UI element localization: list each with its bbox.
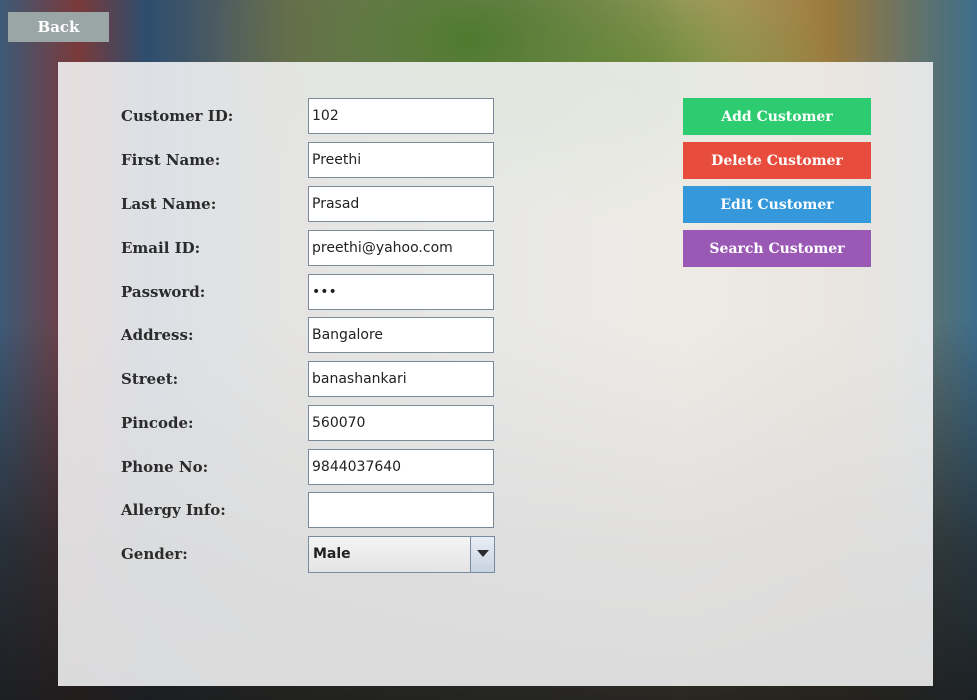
customer-id-field[interactable]: 102 [308,98,494,134]
first-name-label: First Name: [121,151,221,169]
email-label: Email ID: [121,239,201,257]
phone-field[interactable]: 9844037640 [308,449,494,485]
allergy-field[interactable] [308,492,494,528]
form-row-phone: Phone No: 9844037640 [121,449,494,485]
pincode-field[interactable]: 560070 [308,405,494,441]
form-row-last-name: Last Name: Prasad [121,186,494,222]
delete-customer-button[interactable]: Delete Customer [683,142,871,179]
gender-selected-value: Male [313,546,351,562]
password-field[interactable]: ••• [308,274,494,310]
add-customer-button[interactable]: Add Customer [683,98,871,135]
pincode-label: Pincode: [121,414,194,432]
gender-select[interactable]: Male [308,535,495,573]
last-name-label: Last Name: [121,195,217,213]
form-row-gender: Gender: Male [121,535,495,573]
form-row-street: Street: banashankari [121,361,494,397]
back-button[interactable]: Back [8,12,109,42]
form-row-address: Address: Bangalore [121,317,494,353]
form-row-customer-id: Customer ID: 102 [121,98,494,134]
chevron-down-icon[interactable] [470,536,494,572]
phone-label: Phone No: [121,458,209,476]
street-field[interactable]: banashankari [308,361,494,397]
form-row-password: Password: ••• [121,274,494,310]
address-label: Address: [121,326,194,344]
form-row-allergy: Allergy Info: [121,492,494,528]
address-field[interactable]: Bangalore [308,317,494,353]
last-name-field[interactable]: Prasad [308,186,494,222]
email-field[interactable]: preethi@yahoo.com [308,230,494,266]
street-label: Street: [121,370,179,388]
form-row-pincode: Pincode: 560070 [121,405,494,441]
password-label: Password: [121,283,206,301]
customer-form-panel: Customer ID: 102 First Name: Preethi Las… [58,62,933,686]
allergy-label: Allergy Info: [121,501,226,519]
search-customer-button[interactable]: Search Customer [683,230,871,267]
form-row-email: Email ID: preethi@yahoo.com [121,230,494,266]
customer-id-label: Customer ID: [121,107,234,125]
edit-customer-button[interactable]: Edit Customer [683,186,871,223]
first-name-field[interactable]: Preethi [308,142,494,178]
form-row-first-name: First Name: Preethi [121,142,494,178]
gender-label: Gender: [121,545,188,563]
